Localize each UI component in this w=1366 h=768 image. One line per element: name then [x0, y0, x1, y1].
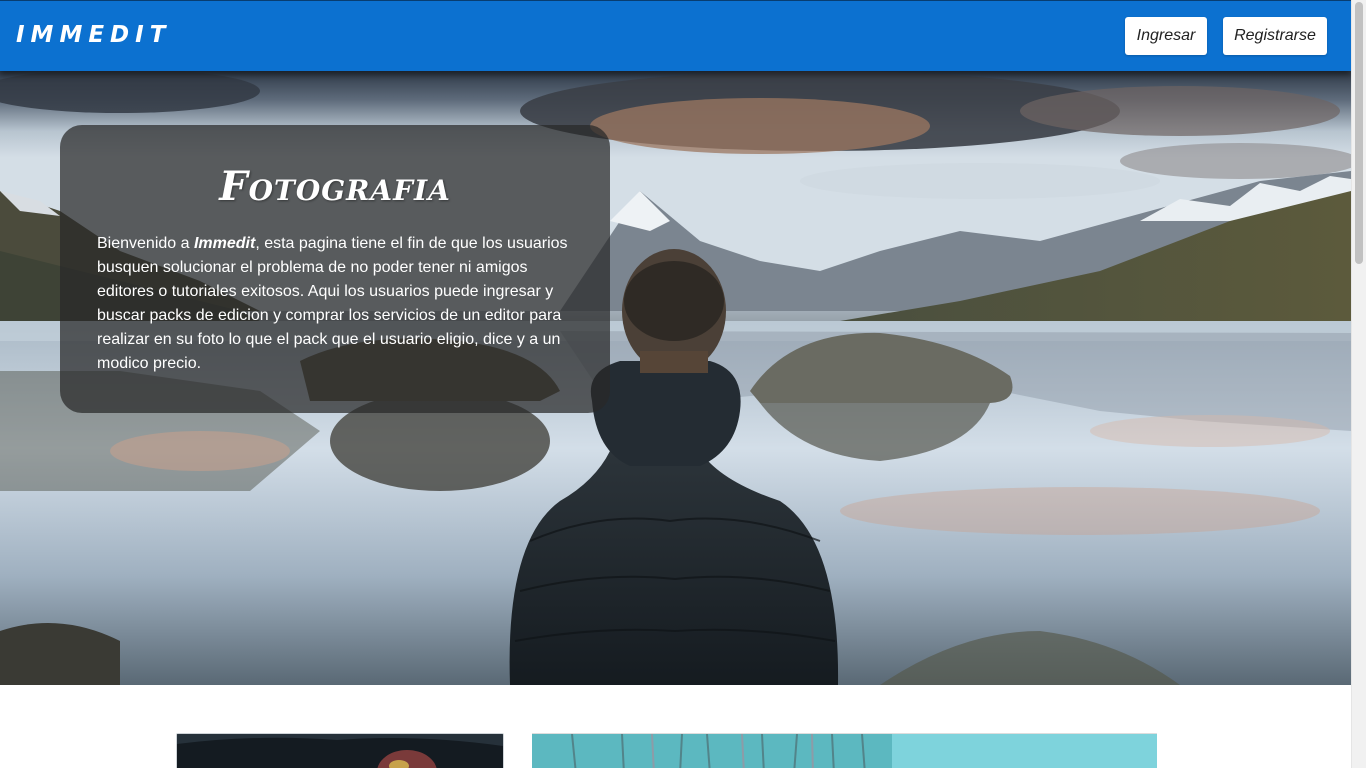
forest-image: [532, 734, 1157, 768]
hero-description-brand: Immedit: [193, 235, 256, 252]
hero-description: Bienvenido a Immedit, esta pagina tiene …: [97, 232, 573, 376]
hero-section: Fotografia Bienvenido a Immedit, esta pa…: [0, 71, 1351, 685]
scrollbar-thumb[interactable]: [1355, 2, 1363, 264]
register-button[interactable]: Registrarse: [1223, 17, 1327, 55]
hero-description-prefix: Bienvenido a: [97, 235, 194, 252]
top-navbar: IMMEDIT Ingresar Registrarse: [0, 0, 1351, 71]
brand-logo[interactable]: IMMEDIT: [16, 21, 171, 49]
helmet-image: [177, 734, 503, 768]
hero-description-body: , esta pagina tiene el fin de que los us…: [97, 235, 568, 372]
gallery-image-forest[interactable]: [532, 733, 1157, 768]
gallery-image-helmet[interactable]: [176, 733, 504, 768]
login-button[interactable]: Ingresar: [1125, 17, 1207, 55]
gallery-section: [0, 685, 1351, 768]
page: IMMEDIT Ingresar Registrarse Fotografia …: [0, 0, 1351, 768]
vertical-scrollbar[interactable]: [1351, 0, 1366, 768]
intro-card: Fotografia Bienvenido a Immedit, esta pa…: [60, 125, 610, 413]
hero-title: Fotografia: [219, 163, 451, 210]
